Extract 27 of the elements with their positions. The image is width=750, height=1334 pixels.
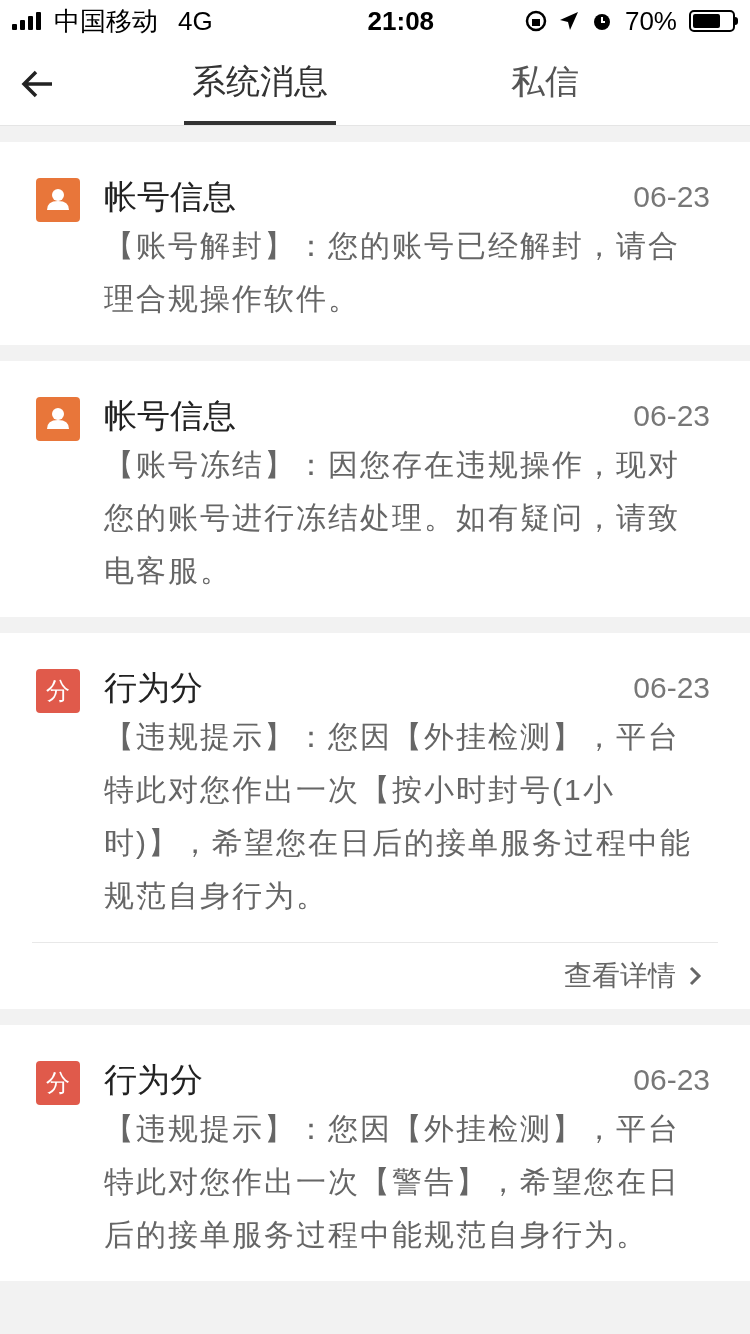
tab[interactable]: 系统消息 xyxy=(183,42,336,125)
tab[interactable]: 私信 xyxy=(502,42,587,125)
message-date: 06-23 xyxy=(633,398,710,434)
message-date: 06-23 xyxy=(633,179,710,215)
battery-percent: 70% xyxy=(624,4,677,38)
network-type: 4G xyxy=(178,4,213,38)
message-date: 06-23 xyxy=(633,1062,710,1098)
score-icon: 分 xyxy=(36,1061,80,1105)
battery-icon xyxy=(689,10,738,32)
back-arrow-icon xyxy=(20,68,54,99)
message-title: 帐号信息 xyxy=(104,395,236,436)
message-title: 帐号信息 xyxy=(104,176,236,217)
score-icon: 分 xyxy=(36,669,80,713)
chevron-right-icon xyxy=(688,965,702,987)
person-icon xyxy=(36,397,80,441)
message-body: 【违规提示】：您因【外挂检测】，平台特此对您作出一次【按小时封号(1小时)】，希望您在日后的接单服务过程中能规范自身行为。 xyxy=(104,719,693,914)
clock-time: 21:08 xyxy=(367,4,435,38)
carrier-name: 中国移动 xyxy=(54,4,158,38)
person-icon xyxy=(36,178,80,222)
message-title: 行为分 xyxy=(104,1059,203,1100)
message-date: 06-23 xyxy=(633,670,710,706)
message-title: 行为分 xyxy=(104,667,203,708)
message-body: 【违规提示】：您因【外挂检测】，平台特此对您作出一次【警告】，希望您在日后的接单服务过程中能规范自身行为。 xyxy=(104,1111,681,1253)
message-body: 【账号解封】：您的账号已经解封，请合理合规操作软件。 xyxy=(104,228,681,317)
message-body: 【账号冻结】：因您存在违规操作，现对您的账号进行冻结处理。如有疑问，请致电客服。 xyxy=(104,447,681,589)
location-icon xyxy=(558,11,579,31)
view-details-link[interactable]: 查看详情 xyxy=(564,955,702,997)
